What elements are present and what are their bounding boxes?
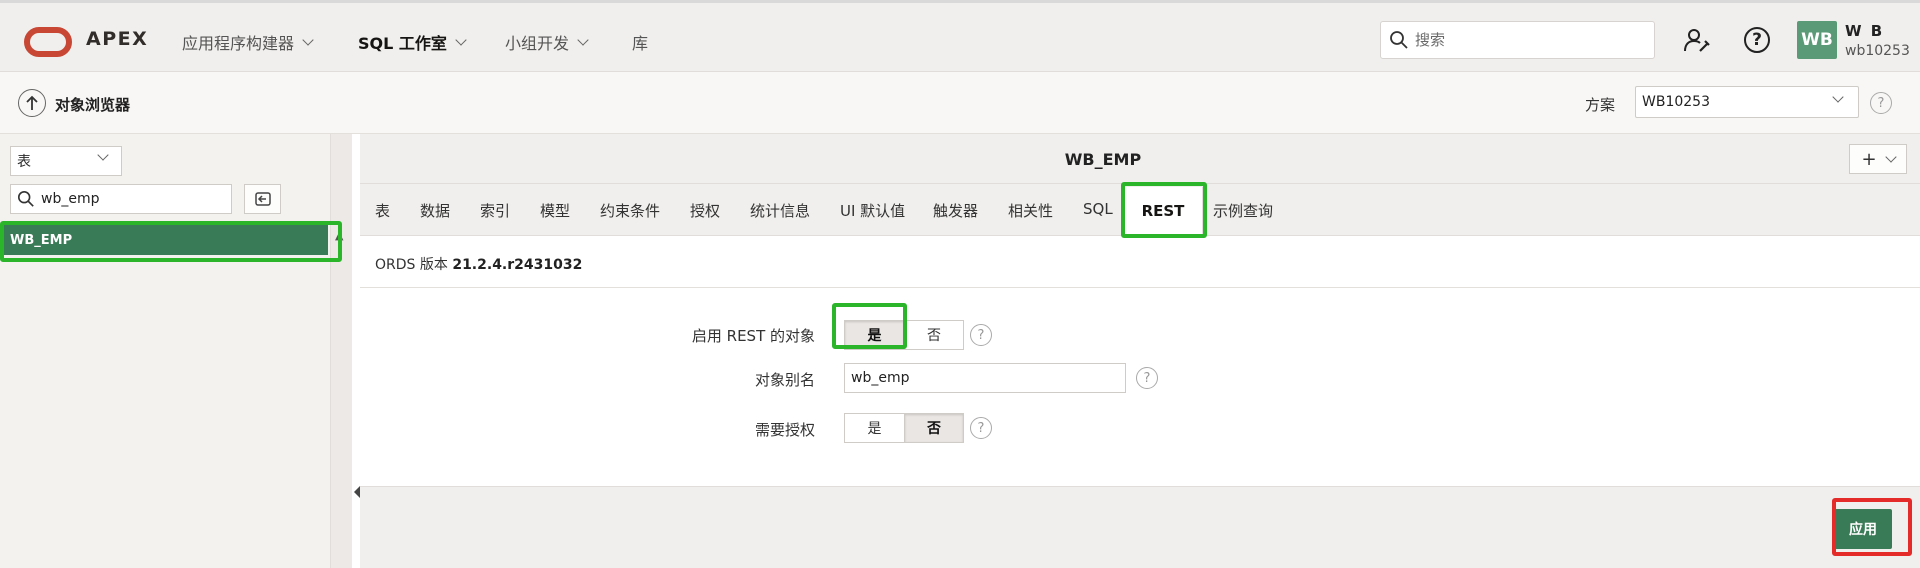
- tab-sql[interactable]: SQL: [1083, 200, 1113, 218]
- oracle-logo[interactable]: [24, 27, 72, 57]
- object-tabs: 表 数据 索引 模型 约束条件 授权 统计信息 UI 默认值 触发器 相关性 S…: [360, 184, 1920, 236]
- nav-gallery-label: 库: [632, 34, 649, 53]
- auth-required-yes[interactable]: 是: [845, 414, 904, 442]
- schema-select[interactable]: WB10253: [1635, 86, 1859, 118]
- help-icon: ?: [1744, 27, 1770, 53]
- top-header: APEX 应用程序构建器 SQL 工作室 小组开发 库 ? WB W B wb1…: [0, 0, 1920, 72]
- user-name[interactable]: W B: [1845, 22, 1884, 40]
- enable-rest-no[interactable]: 否: [904, 321, 963, 349]
- tab-indexes[interactable]: 索引: [480, 200, 510, 221]
- nav-team-dev[interactable]: 小组开发: [505, 30, 589, 54]
- auth-required-label: 需要授权: [754, 421, 815, 439]
- object-list-panel: 表 WB_EMP: [0, 134, 330, 568]
- enable-rest-yes[interactable]: 是: [845, 321, 904, 349]
- schema-value: WB10253: [1642, 94, 1710, 110]
- search-icon: [1390, 31, 1408, 49]
- up-arrow-button[interactable]: [18, 89, 46, 117]
- nav-sql-workshop-label: SQL 工作室: [358, 34, 447, 53]
- brand-name[interactable]: APEX: [86, 28, 148, 50]
- nav-sql-workshop[interactable]: SQL 工作室: [358, 30, 467, 54]
- left-panel-scrollbar[interactable]: [330, 134, 352, 568]
- ords-version-value: 21.2.4.r2431032: [452, 257, 583, 273]
- chevron-down-icon: [1832, 91, 1844, 103]
- enable-rest-help-icon[interactable]: ?: [970, 324, 992, 346]
- alias-label: 对象别名: [754, 371, 815, 389]
- search-icon: [17, 190, 34, 207]
- plus-icon: +: [1861, 148, 1877, 170]
- help-button[interactable]: ?: [1742, 25, 1772, 55]
- list-item[interactable]: WB_EMP: [3, 225, 328, 255]
- person-wrench-icon: [1684, 29, 1710, 52]
- tab-table[interactable]: 表: [375, 200, 390, 221]
- admin-tools-icon[interactable]: [1682, 25, 1712, 55]
- nav-app-builder[interactable]: 应用程序构建器: [182, 30, 314, 54]
- tab-grants[interactable]: 授权: [690, 200, 720, 221]
- apply-button[interactable]: 应用: [1834, 509, 1892, 549]
- chevron-down-icon: [455, 33, 467, 46]
- tab-sample-queries[interactable]: 示例查询: [1213, 200, 1273, 221]
- enable-rest-toggle[interactable]: 是 否: [844, 320, 964, 350]
- reset-filter-button[interactable]: [244, 184, 281, 214]
- object-filter-input[interactable]: [41, 191, 221, 207]
- scroll-up-icon[interactable]: ▲: [335, 229, 343, 242]
- auth-required-no[interactable]: 否: [904, 414, 963, 442]
- ords-label: ORDS 版本: [375, 257, 448, 273]
- object-filter[interactable]: [10, 184, 232, 214]
- tab-ui-defaults[interactable]: UI 默认值: [840, 200, 905, 221]
- chevron-down-icon: [1884, 151, 1897, 163]
- ords-version: ORDS 版本 21.2.4.r2431032: [375, 254, 582, 274]
- breadcrumb: 对象浏览器: [55, 96, 131, 114]
- add-button[interactable]: +: [1849, 144, 1907, 174]
- button-bar: 应用: [360, 486, 1920, 568]
- arrow-up-icon: [26, 95, 38, 110]
- auth-required-toggle[interactable]: 是 否: [844, 413, 964, 443]
- object-type-select[interactable]: 表: [10, 146, 122, 176]
- tab-data[interactable]: 数据: [420, 200, 450, 221]
- object-type-value: 表: [17, 154, 31, 170]
- tab-dependencies[interactable]: 相关性: [1008, 200, 1053, 221]
- chevron-down-icon: [577, 33, 589, 46]
- schema-help-icon[interactable]: ?: [1870, 92, 1892, 114]
- divider: [360, 287, 1920, 288]
- tab-triggers[interactable]: 触发器: [933, 200, 978, 221]
- schema-label: 方案: [1585, 96, 1616, 114]
- page-title: WB_EMP: [1064, 150, 1142, 169]
- enable-rest-label: 启用 REST 的对象: [691, 327, 815, 345]
- tab-rest[interactable]: REST: [1123, 187, 1203, 235]
- user-id[interactable]: wb10253: [1845, 43, 1910, 59]
- auth-required-help-icon[interactable]: ?: [970, 417, 992, 439]
- nav-team-dev-label: 小组开发: [505, 34, 570, 53]
- main-title-bar: WB_EMP +: [360, 134, 1920, 184]
- tab-model[interactable]: 模型: [540, 200, 570, 221]
- global-search[interactable]: [1380, 21, 1655, 59]
- tab-constraints[interactable]: 约束条件: [600, 200, 660, 221]
- reset-icon: [254, 192, 271, 206]
- search-input[interactable]: [1415, 31, 1640, 49]
- nav-gallery[interactable]: 库: [632, 30, 648, 54]
- nav-app-builder-label: 应用程序构建器: [182, 34, 295, 53]
- chevron-down-icon: [302, 33, 314, 46]
- sub-header: 对象浏览器 方案 WB10253 ?: [0, 72, 1920, 134]
- chevron-down-icon: [97, 149, 109, 161]
- alias-field[interactable]: [844, 363, 1126, 393]
- alias-help-icon[interactable]: ?: [1136, 367, 1158, 389]
- avatar[interactable]: WB: [1797, 21, 1837, 59]
- main-region: WB_EMP + 表 数据 索引 模型 约束条件 授权 统计信息 UI 默认值 …: [360, 134, 1920, 568]
- tab-statistics[interactable]: 统计信息: [750, 200, 810, 221]
